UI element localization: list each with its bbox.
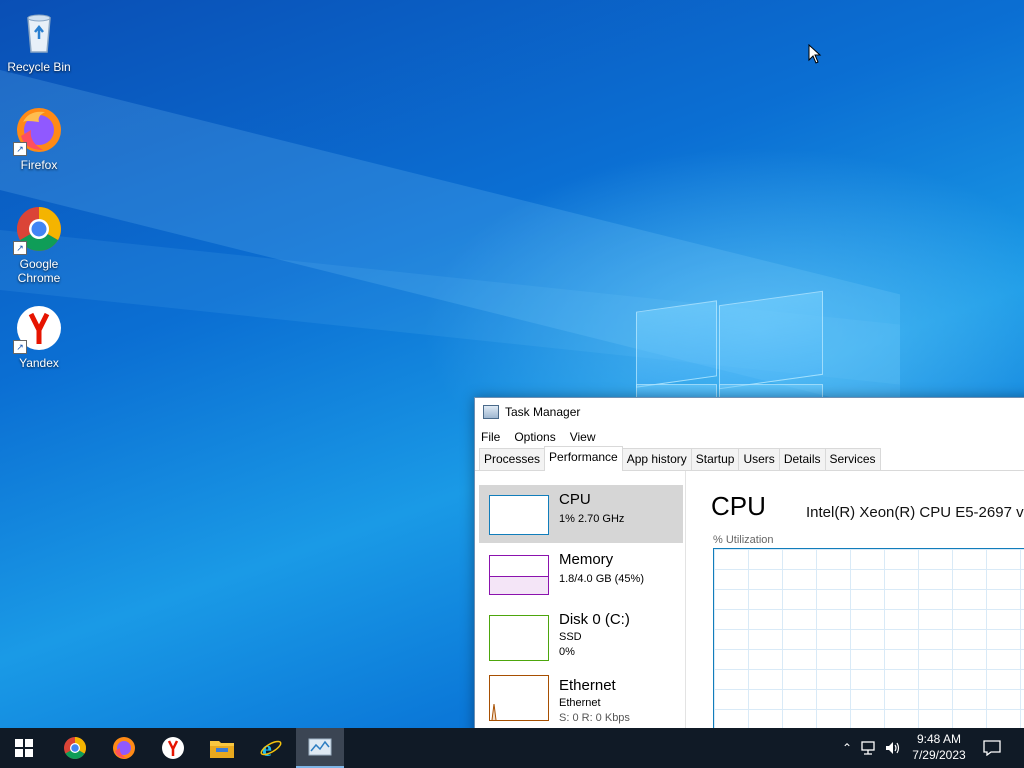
tab-app-history[interactable]: App history	[621, 448, 692, 470]
tab-startup[interactable]: Startup	[690, 448, 740, 470]
clock-date: 7/29/2023	[912, 748, 966, 762]
tab-services[interactable]: Services	[824, 448, 881, 470]
cpu-utilization-graph	[713, 548, 1024, 738]
menu-bar: File Options View	[475, 426, 1024, 448]
taskbar-yandex[interactable]	[149, 728, 197, 768]
tab-users[interactable]: Users	[738, 448, 780, 470]
resource-name: Ethernet	[559, 677, 616, 694]
start-icon	[15, 739, 33, 757]
resource-memory[interactable]: Memory 1.8/4.0 GB (45%)	[479, 545, 683, 603]
resource-list: CPU 1% 2.70 GHz Memory 1.8/4.0 GB (45%) …	[475, 471, 686, 738]
task-manager-icon	[308, 738, 332, 756]
firefox-icon	[113, 737, 135, 759]
taskbar-firefox[interactable]	[100, 728, 148, 768]
desktop-icon-label: Recycle Bin	[7, 60, 71, 74]
chrome-icon: ↗	[13, 205, 63, 255]
resource-detail: 0%	[559, 646, 575, 658]
desktop-icon-recycle-bin[interactable]: Recycle Bin	[1, 8, 77, 74]
notification-icon	[983, 740, 1001, 756]
recycle-bin-icon	[15, 8, 63, 56]
resource-name: Memory	[559, 551, 614, 568]
chrome-icon	[64, 737, 86, 759]
taskbar-file-explorer[interactable]	[198, 728, 246, 768]
resource-name: CPU	[559, 491, 591, 508]
resource-cpu[interactable]: CPU 1% 2.70 GHz	[479, 485, 683, 543]
utilization-label: % Utilization	[713, 534, 774, 546]
resource-detail: 1% 2.70 GHz	[559, 513, 625, 525]
resource-detail: Ethernet	[559, 697, 601, 709]
desktop-icon-label: Firefox	[20, 158, 58, 172]
disk-thumbnail-graph	[489, 615, 549, 661]
detail-pane: CPU Intel(R) Xeon(R) CPU E5-2697 v % Uti…	[711, 471, 1024, 738]
taskbar-chrome[interactable]	[51, 728, 99, 768]
system-tray: ⌃	[838, 728, 902, 768]
start-button[interactable]	[0, 728, 48, 768]
network-icon[interactable]	[860, 740, 878, 756]
cpu-model-name: Intel(R) Xeon(R) CPU E5-2697 v	[806, 504, 1024, 521]
ethernet-thumbnail-graph	[489, 675, 549, 721]
resource-detail: SSD	[559, 631, 582, 643]
desktop-icon-label: Google Chrome	[17, 257, 61, 285]
firefox-icon: ↗	[13, 106, 63, 156]
yandex-icon	[162, 737, 184, 759]
tab-details[interactable]: Details	[778, 448, 826, 470]
show-hidden-icons-icon[interactable]: ⌃	[838, 741, 856, 755]
resource-ethernet[interactable]: Ethernet Ethernet S: 0 R: 0 Kbps	[479, 671, 683, 729]
desktop-icon-label: Yandex	[19, 356, 59, 370]
taskbar: e ⌃ 9:48 AM 7/29/2023	[0, 728, 1024, 768]
clock-time: 9:48 AM	[916, 732, 962, 746]
memory-thumbnail-graph	[489, 555, 549, 595]
resource-detail: S: 0 R: 0 Kbps	[559, 712, 630, 724]
clock[interactable]: 9:48 AM 7/29/2023	[900, 731, 978, 763]
detail-title: CPU	[711, 491, 766, 521]
mouse-cursor-icon	[808, 44, 822, 64]
desktop-icon-firefox[interactable]: ↗ Firefox	[1, 106, 77, 172]
menu-options[interactable]: Options	[514, 430, 555, 444]
resource-disk[interactable]: Disk 0 (C:) SSD 0%	[479, 605, 683, 663]
task-manager-window: Task Manager File Options View Processes…	[474, 397, 1024, 739]
file-explorer-icon	[210, 741, 234, 758]
taskbar-internet-explorer[interactable]: e	[247, 728, 295, 768]
tab-bar: Processes Performance App history Startu…	[475, 446, 1024, 471]
menu-view[interactable]: View	[570, 430, 596, 444]
desktop-icon-chrome[interactable]: ↗ Google Chrome	[1, 205, 77, 285]
resource-name: Disk 0 (C:)	[559, 611, 630, 628]
action-center-button[interactable]	[968, 728, 1016, 768]
cpu-thumbnail-graph	[489, 495, 549, 535]
task-manager-titlebar[interactable]: Task Manager	[475, 398, 1024, 426]
task-manager-icon	[483, 405, 499, 419]
yandex-icon: ↗	[13, 304, 63, 354]
internet-explorer-icon: e	[260, 736, 282, 760]
resource-detail: 1.8/4.0 GB (45%)	[559, 573, 644, 585]
menu-file[interactable]: File	[481, 430, 500, 444]
taskbar-task-manager[interactable]	[296, 728, 344, 768]
desktop-icon-yandex[interactable]: ↗ Yandex	[1, 304, 77, 370]
window-title: Task Manager	[505, 405, 581, 419]
tab-performance[interactable]: Performance	[544, 446, 623, 471]
tab-processes[interactable]: Processes	[479, 448, 546, 470]
